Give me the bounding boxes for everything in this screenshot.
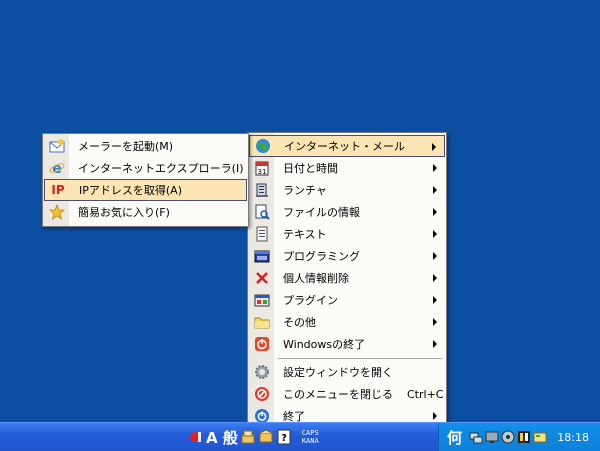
menu-item-label: インターネットエクスプローラ(I) <box>78 162 244 175</box>
submenu-arrow-icon <box>433 164 437 172</box>
menu-item-open-settings[interactable]: 設定ウィンドウを開く <box>249 361 445 383</box>
menu-item-label: Windowsの終了 <box>283 338 366 351</box>
gear-icon <box>249 361 275 383</box>
submenu-arrow-icon <box>433 274 437 282</box>
ie-icon: e <box>44 157 70 179</box>
menu-item-label: テキスト <box>283 228 327 241</box>
text-file-icon <box>249 223 275 245</box>
menu-item-label: ランチャ <box>283 184 327 197</box>
app-tray-icon[interactable] <box>516 429 532 445</box>
display-icon[interactable] <box>484 429 500 445</box>
mail-icon <box>44 135 70 157</box>
menu-item-label: このメニューを閉じる <box>283 388 393 401</box>
menu-item-launcher[interactable]: ランチャ <box>249 179 445 201</box>
menu-item-delete-personal-info[interactable]: 個人情報削除 <box>249 267 445 289</box>
notification-icon[interactable] <box>532 429 548 445</box>
menu-item-close-menu[interactable]: このメニューを閉じる Ctrl+C <box>249 383 445 405</box>
menu-item-get-ip-address[interactable]: IP IPアドレスを取得(A) <box>44 179 247 201</box>
internet-mail-submenu: メーラーを起動(M) e インターネットエクスプローラ(I) IP IPアドレス… <box>42 133 249 227</box>
menu-item-internet-mail[interactable]: インターネット・メール <box>249 135 445 157</box>
ime-pad-icon[interactable] <box>188 429 204 445</box>
kana-indicator: KANA <box>301 437 319 445</box>
menu-item-label: 設定ウィンドウを開く <box>283 366 393 379</box>
menu-item-other[interactable]: その他 <box>249 311 445 333</box>
taskbar: A 般 ? CAPS KANA 何 18:18 <box>0 422 600 451</box>
ime-tool-icon[interactable] <box>240 429 256 445</box>
menu-item-label: ファイルの情報 <box>283 206 360 219</box>
ip-icon: IP <box>45 179 71 201</box>
globe-icon <box>250 135 276 157</box>
submenu-arrow-icon <box>433 296 437 304</box>
submenu-arrow-icon <box>433 208 437 216</box>
submenu-arrow-icon <box>433 340 437 348</box>
star-icon <box>44 201 70 223</box>
menu-item-label: 個人情報削除 <box>283 272 349 285</box>
ime-toolbar: A 般 ? CAPS KANA <box>188 426 319 448</box>
launcher-icon <box>249 179 275 201</box>
svg-text:31: 31 <box>258 168 267 176</box>
main-context-menu: インターネット・メール 31 日付と時間 ランチャ ファイルの情報 テキスト プ… <box>247 132 447 426</box>
menu-item-label: IPアドレスを取得(A) <box>79 184 182 197</box>
ime-help-icon[interactable]: ? <box>276 429 292 445</box>
menu-item-label: 簡易お気に入り(F) <box>78 206 170 219</box>
submenu-arrow-icon <box>433 412 437 420</box>
network-icon[interactable] <box>468 429 484 445</box>
menu-item-launch-mailer[interactable]: メーラーを起動(M) <box>44 135 247 157</box>
ip-icon-text: IP <box>51 183 65 197</box>
menu-item-label: 日付と時間 <box>283 162 338 175</box>
submenu-arrow-icon <box>433 186 437 194</box>
ime-dictionary-icon[interactable] <box>258 429 274 445</box>
menu-item-plugin[interactable]: プラグイン <box>249 289 445 311</box>
svg-text:?: ? <box>281 433 287 444</box>
program-window-icon <box>249 245 275 267</box>
calendar-icon: 31 <box>249 157 275 179</box>
menu-item-programming[interactable]: プログラミング <box>249 245 445 267</box>
menu-item-label: プログラミング <box>283 250 360 263</box>
menu-separator <box>278 358 442 359</box>
tray-ime-icon[interactable]: 何 <box>447 427 462 448</box>
clock[interactable]: 18:18 <box>557 431 589 444</box>
submenu-arrow-icon <box>432 143 436 151</box>
red-x-icon <box>249 267 275 289</box>
menu-item-file-info[interactable]: ファイルの情報 <box>249 201 445 223</box>
menu-item-date-time[interactable]: 31 日付と時間 <box>249 157 445 179</box>
submenu-arrow-icon <box>433 252 437 260</box>
system-tray: 何 18:18 <box>438 423 600 451</box>
ime-input-mode[interactable]: A 般 <box>206 427 238 448</box>
folder-icon <box>249 311 275 333</box>
menu-item-internet-explorer[interactable]: e インターネットエクスプローラ(I) <box>44 157 247 179</box>
menu-item-text[interactable]: テキスト <box>249 223 445 245</box>
menu-item-simple-favorites[interactable]: 簡易お気に入り(F) <box>44 201 247 223</box>
submenu-arrow-icon <box>433 230 437 238</box>
speaker-icon[interactable] <box>500 429 516 445</box>
submenu-arrow-icon <box>433 318 437 326</box>
menu-item-label: メーラーを起動(M) <box>78 140 174 153</box>
caps-indicator: CAPS <box>301 429 319 437</box>
menu-item-label: その他 <box>283 316 316 329</box>
svg-text:e: e <box>52 161 62 176</box>
file-search-icon <box>249 201 275 223</box>
menu-item-shutdown-windows[interactable]: Windowsの終了 <box>249 333 445 355</box>
menu-item-label: プラグイン <box>283 294 338 307</box>
shutdown-icon <box>249 333 275 355</box>
menu-item-label: インターネット・メール <box>284 140 405 153</box>
ime-status-indicator: CAPS KANA <box>302 429 319 445</box>
menu-item-shortcut: Ctrl+C <box>407 387 444 401</box>
stop-icon <box>249 383 275 405</box>
plugin-icon <box>249 289 275 311</box>
